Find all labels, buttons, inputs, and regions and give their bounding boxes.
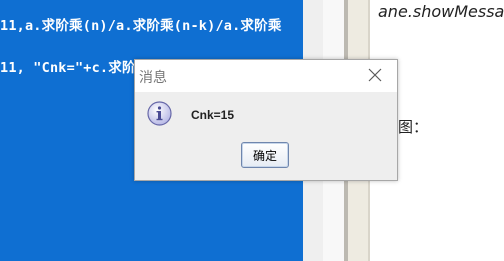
document-text-top: ane.showMessa [378,2,504,21]
dialog-title: 消息 [139,70,167,86]
close-icon[interactable] [367,67,383,83]
document-text-mid: 图： [398,118,429,136]
info-icon [147,101,172,126]
dialog-message: Cnk=15 [191,108,235,122]
message-dialog: 消息 Cnk=15 确定 [134,59,398,181]
code-line-1: 11,a.求阶乘(n)/a.求阶乘(n-k)/a.求阶乘 [0,18,282,34]
code-line-2: 11, "Cnk="+c.求阶乘 [0,60,150,76]
dialog-titlebar[interactable]: 消息 [135,60,397,92]
ok-button[interactable]: 确定 [241,142,289,168]
